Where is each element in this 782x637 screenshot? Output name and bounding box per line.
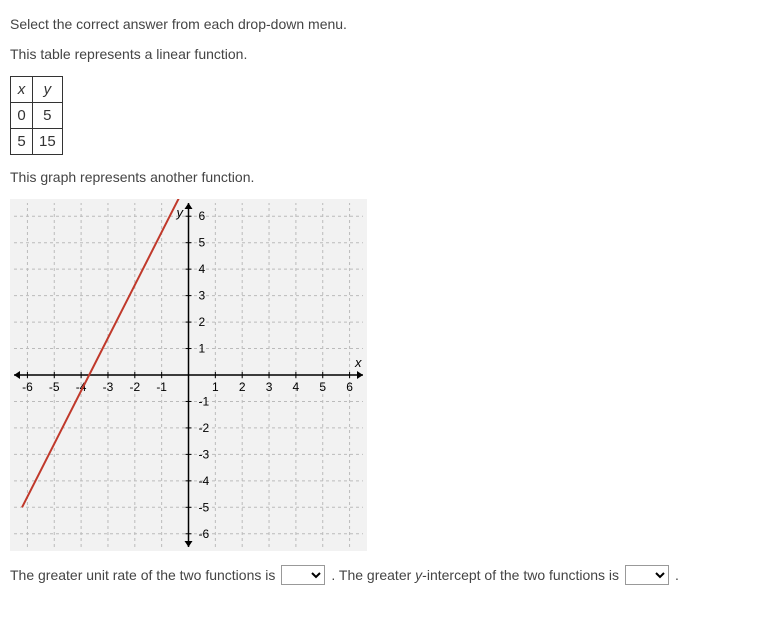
- svg-text:5: 5: [199, 236, 206, 250]
- svg-text:4: 4: [293, 380, 300, 394]
- table-cell: 5: [33, 103, 63, 129]
- svg-text:2: 2: [239, 380, 246, 394]
- unit-rate-dropdown[interactable]: [281, 565, 325, 585]
- svg-text:3: 3: [266, 380, 273, 394]
- svg-text:1: 1: [199, 342, 206, 356]
- svg-text:2: 2: [199, 315, 206, 329]
- table-row: 0 5: [11, 103, 63, 129]
- answer-sentence: The greater unit rate of the two functio…: [10, 565, 772, 585]
- function-graph: -6-5-4-3-2-1123456-6-5-4-3-2-1123456xy: [10, 199, 367, 551]
- svg-text:5: 5: [319, 380, 326, 394]
- svg-text:6: 6: [199, 209, 206, 223]
- svg-text:-5: -5: [49, 380, 60, 394]
- svg-text:6: 6: [346, 380, 353, 394]
- svg-text:4: 4: [199, 262, 206, 276]
- table-intro-text: This table represents a linear function.: [10, 46, 772, 62]
- sentence-text: -intercept of the two functions is: [422, 567, 619, 583]
- table-cell: 5: [11, 129, 33, 155]
- sentence-part-1: The greater unit rate of the two functio…: [10, 567, 275, 583]
- svg-text:-4: -4: [199, 474, 210, 488]
- table-cell: 0: [11, 103, 33, 129]
- svg-text:-6: -6: [22, 380, 33, 394]
- svg-text:-1: -1: [199, 394, 210, 408]
- svg-text:-3: -3: [199, 447, 210, 461]
- sentence-part-3: .: [675, 567, 679, 583]
- function-table: x y 0 5 5 15: [10, 76, 63, 155]
- svg-text:-2: -2: [199, 421, 210, 435]
- svg-text:-1: -1: [156, 380, 167, 394]
- svg-text:-2: -2: [129, 380, 140, 394]
- table-header-y: y: [33, 77, 63, 103]
- svg-text:3: 3: [199, 289, 206, 303]
- svg-text:-6: -6: [199, 527, 210, 541]
- svg-text:x: x: [354, 355, 362, 370]
- y-intercept-dropdown[interactable]: [625, 565, 669, 585]
- sentence-text: . The greater: [331, 567, 415, 583]
- svg-text:-3: -3: [103, 380, 114, 394]
- sentence-part-2: . The greater y-intercept of the two fun…: [331, 567, 619, 583]
- table-header-x: x: [11, 77, 33, 103]
- svg-text:1: 1: [212, 380, 219, 394]
- graph-intro-text: This graph represents another function.: [10, 169, 772, 185]
- instruction-text: Select the correct answer from each drop…: [10, 16, 772, 32]
- table-header-row: x y: [11, 77, 63, 103]
- table-cell: 15: [33, 129, 63, 155]
- table-row: 5 15: [11, 129, 63, 155]
- svg-text:-5: -5: [199, 500, 210, 514]
- graph-svg: -6-5-4-3-2-1123456-6-5-4-3-2-1123456xy: [10, 199, 367, 551]
